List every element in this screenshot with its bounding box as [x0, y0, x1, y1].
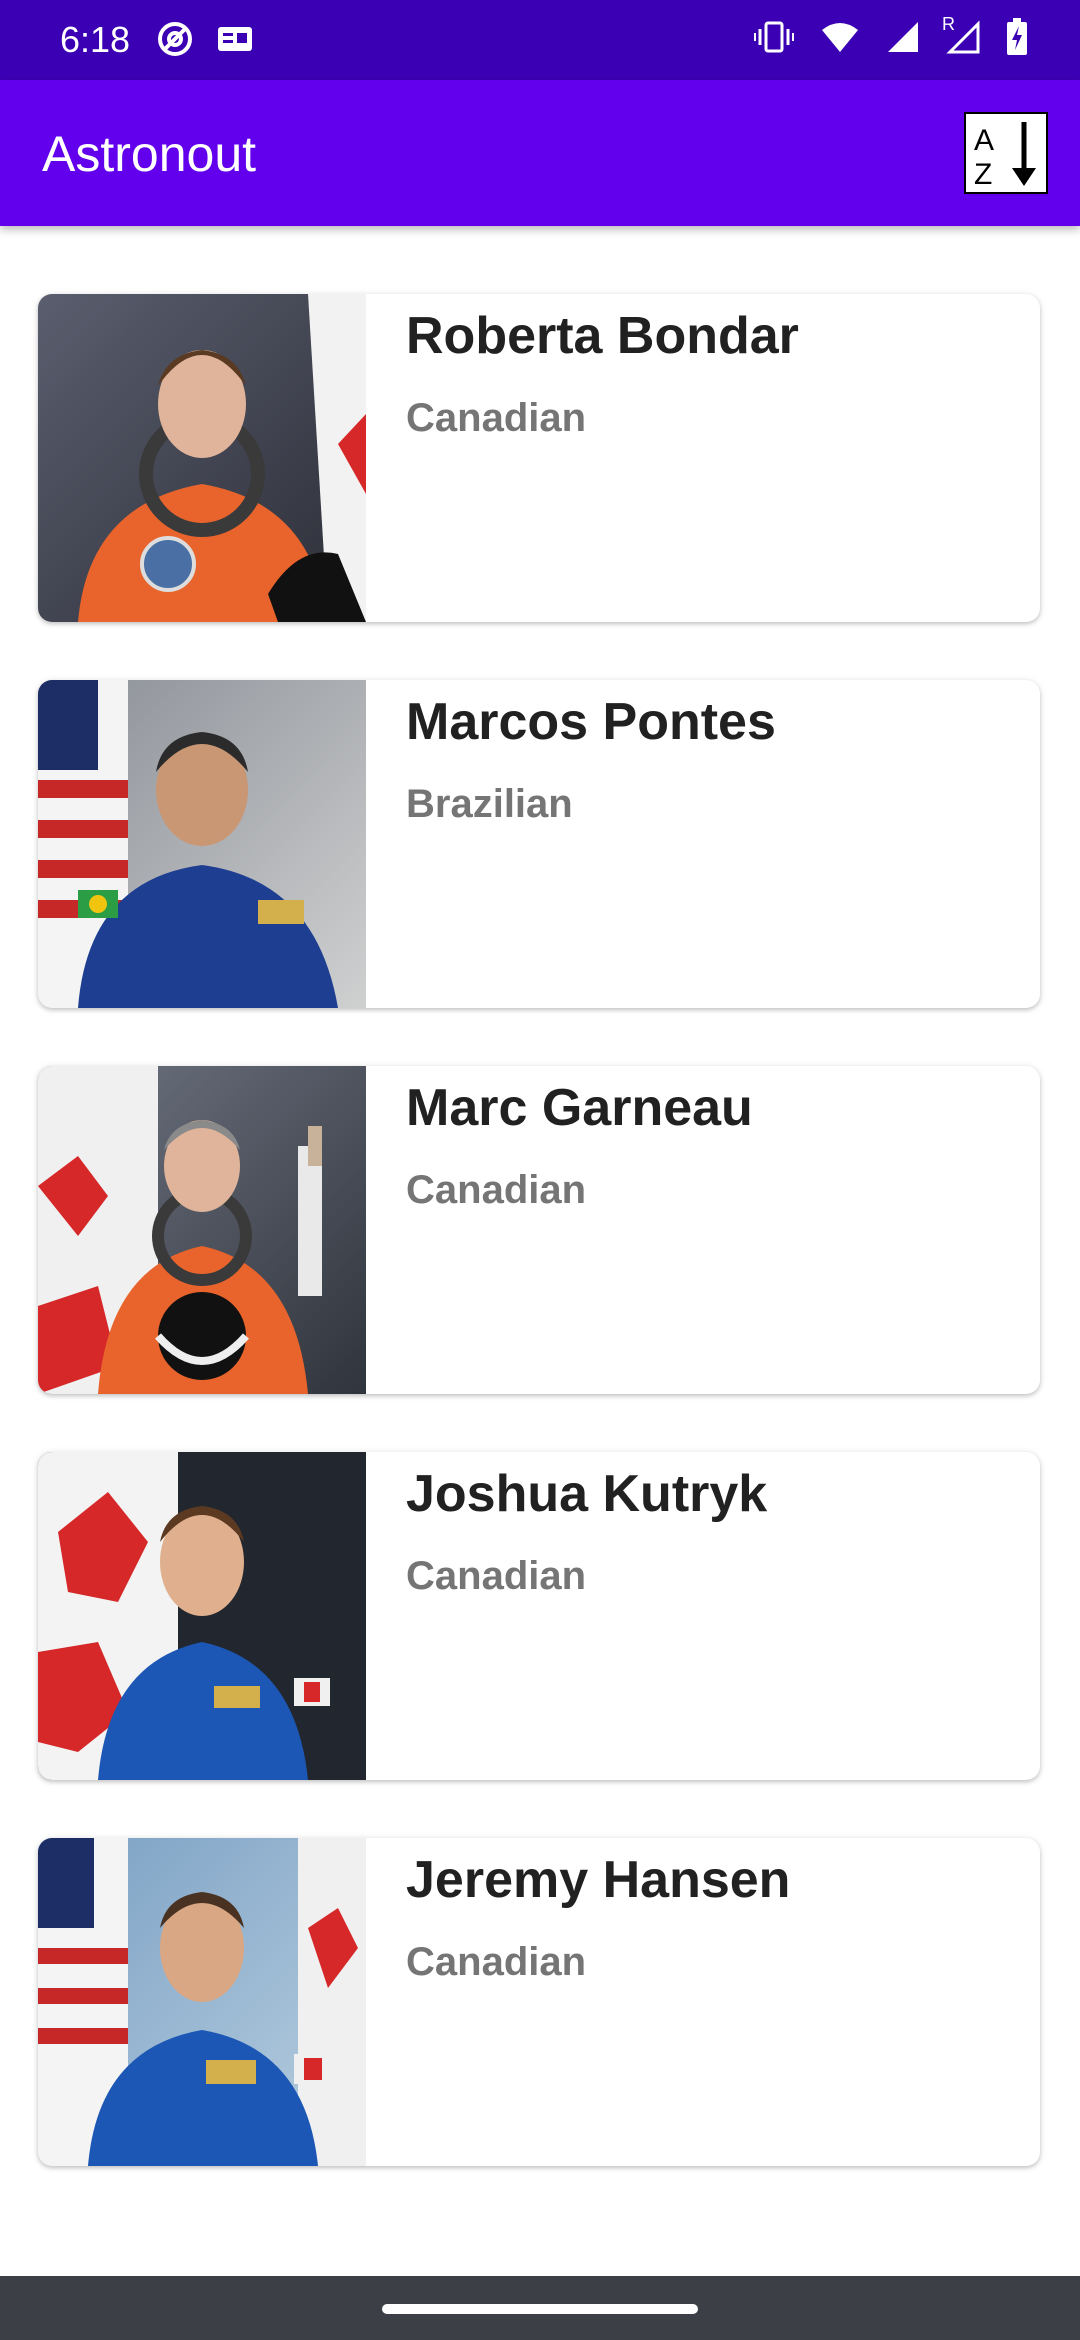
- astronaut-card[interactable]: Marcos Pontes Brazilian: [38, 680, 1040, 1008]
- astronaut-name: Jeremy Hansen: [406, 1851, 791, 1909]
- astronaut-photo: [38, 680, 366, 1008]
- astronaut-card[interactable]: Marc Garneau Canadian: [38, 1066, 1040, 1394]
- astronaut-name: Roberta Bondar: [406, 307, 799, 365]
- sort-letter-z: Z: [974, 158, 992, 191]
- sort-button[interactable]: A Z: [964, 112, 1048, 194]
- astronaut-name: Marc Garneau: [406, 1079, 753, 1137]
- gallery-icon: [216, 20, 254, 63]
- astronaut-photo: [38, 1066, 366, 1394]
- wifi-icon: [820, 20, 860, 59]
- astronaut-photo: [38, 294, 366, 622]
- cell-signal-icon: [886, 20, 920, 59]
- battery-charging-icon: [1006, 18, 1028, 61]
- sort-alpha-down-icon: A Z: [974, 122, 1036, 191]
- astronaut-card[interactable]: Joshua Kutryk Canadian: [38, 1452, 1040, 1780]
- roaming-label: R: [942, 14, 955, 34]
- astronaut-photo: [38, 1452, 366, 1780]
- astronaut-nationality: Canadian: [406, 1940, 587, 1984]
- astronaut-nationality: Canadian: [406, 396, 587, 440]
- astronaut-card[interactable]: Roberta Bondar Canadian: [38, 294, 1040, 622]
- app-title: Astronout: [42, 126, 257, 182]
- status-time: 6:18: [60, 19, 131, 60]
- vibrate-icon: [754, 19, 794, 60]
- home-gesture-handle[interactable]: [382, 2304, 698, 2314]
- sort-letter-a: A: [974, 124, 994, 157]
- astronaut-card[interactable]: Jeremy Hansen Canadian: [38, 1838, 1040, 2166]
- astronaut-nationality: Brazilian: [406, 782, 573, 826]
- astronaut-name: Joshua Kutryk: [406, 1465, 768, 1523]
- at-sign-icon: [156, 20, 194, 63]
- cell-signal-roaming-icon: R: [942, 14, 980, 59]
- astronaut-photo: [38, 1838, 366, 2166]
- astronaut-nationality: Canadian: [406, 1168, 587, 1212]
- astronaut-nationality: Canadian: [406, 1554, 587, 1598]
- astronaut-name: Marcos Pontes: [406, 693, 776, 751]
- status-bar: 6:18 R: [0, 0, 1080, 80]
- app-bar: Astronout: [0, 80, 1080, 226]
- navigation-bar: [0, 2276, 1080, 2340]
